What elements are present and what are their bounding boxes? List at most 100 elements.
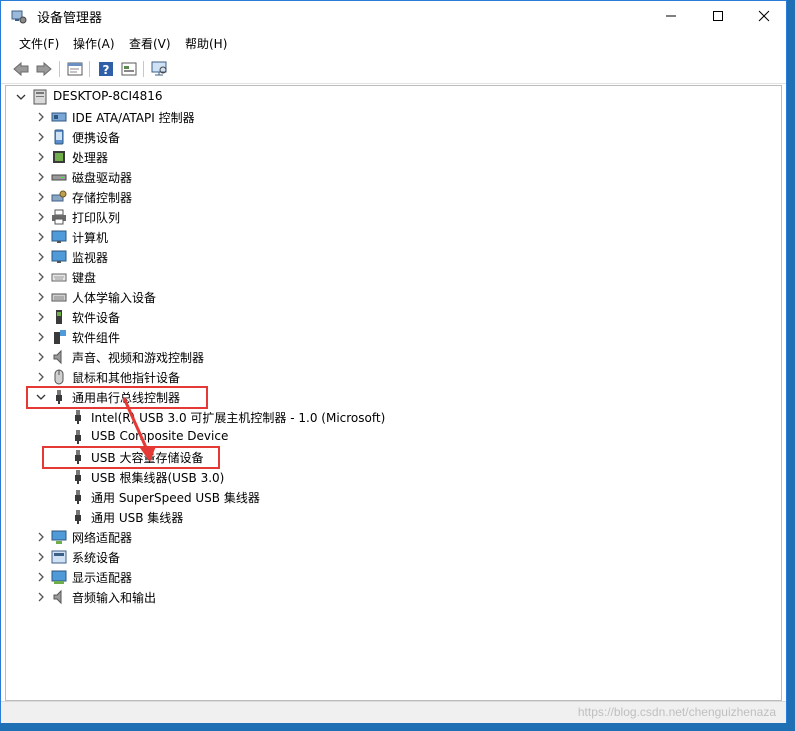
chevron-right-icon <box>38 192 44 202</box>
category-storage-controllers[interactable]: 存储控制器 <box>6 187 766 207</box>
hid-icon <box>51 293 67 302</box>
chevron-right-icon <box>38 172 44 182</box>
usb-device-item[interactable]: 通用 USB 集线器 <box>6 507 766 527</box>
properties-button[interactable] <box>65 59 85 79</box>
collapse-arrow[interactable] <box>15 91 27 103</box>
category-keyboards[interactable]: 键盘 <box>6 267 766 287</box>
minimize-icon <box>666 15 676 17</box>
menu-view[interactable]: 查看(V) <box>129 35 171 52</box>
update-driver-icon <box>121 62 137 76</box>
menu-help[interactable]: 帮助(H) <box>185 35 227 52</box>
category-audio-io[interactable]: 音频输入和输出 <box>6 587 766 607</box>
category-computer[interactable]: 计算机 <box>6 227 766 247</box>
close-button[interactable] <box>741 1 787 31</box>
expand-arrow[interactable] <box>35 291 47 303</box>
tree-root[interactable]: DESKTOP-8CI4816 <box>6 87 766 107</box>
usb-device-label: 通用 SuperSpeed USB 集线器 <box>91 491 260 505</box>
storage-controller-icon <box>51 190 67 202</box>
expand-arrow[interactable] <box>35 571 47 583</box>
maximize-icon <box>713 11 723 21</box>
usb-device-item[interactable]: 通用 SuperSpeed USB 集线器 <box>6 487 766 507</box>
category-display-adapters[interactable]: 显示适配器 <box>6 567 766 587</box>
category-label: IDE ATA/ATAPI 控制器 <box>72 111 195 125</box>
expand-arrow[interactable] <box>35 591 47 603</box>
expand-arrow[interactable] <box>35 331 47 343</box>
scan-hardware-button[interactable] <box>150 59 170 79</box>
chevron-right-icon <box>38 592 44 602</box>
forward-button[interactable] <box>34 59 54 79</box>
category-ide[interactable]: IDE ATA/ATAPI 控制器 <box>6 107 766 127</box>
root-label: DESKTOP-8CI4816 <box>53 89 163 103</box>
category-system-devices[interactable]: 系统设备 <box>6 547 766 567</box>
chevron-right-icon <box>38 552 44 562</box>
category-label: 人体学输入设备 <box>72 291 157 305</box>
expand-arrow[interactable] <box>35 531 47 543</box>
usb-icon <box>75 410 81 424</box>
expand-arrow[interactable] <box>35 231 47 243</box>
chevron-down-icon <box>16 94 26 100</box>
category-sound-video-game[interactable]: 声音、视频和游戏控制器 <box>6 347 766 367</box>
toolbar-separator <box>59 61 60 77</box>
expand-arrow[interactable] <box>35 551 47 563</box>
category-label: 音频输入和输出 <box>72 591 157 605</box>
chevron-right-icon <box>38 232 44 242</box>
help-icon: ? <box>99 62 113 77</box>
expand-arrow[interactable] <box>35 111 47 123</box>
expand-arrow[interactable] <box>35 271 47 283</box>
category-label: 声音、视频和游戏控制器 <box>72 351 205 365</box>
category-software-components[interactable]: 软件组件 <box>6 327 766 347</box>
chevron-right-icon <box>38 252 44 262</box>
back-button[interactable] <box>11 59 31 79</box>
display-adapter-icon <box>51 570 67 584</box>
speaker-icon <box>53 589 62 605</box>
category-processors[interactable]: 处理器 <box>6 147 766 167</box>
maximize-button[interactable] <box>695 1 741 31</box>
speaker-icon <box>53 349 62 365</box>
category-label: 打印队列 <box>72 211 121 225</box>
monitor-icon <box>51 250 67 263</box>
minimize-button[interactable] <box>648 1 694 31</box>
category-monitors[interactable]: 监视器 <box>6 247 766 267</box>
category-label: 系统设备 <box>72 551 121 565</box>
expand-arrow[interactable] <box>35 251 47 263</box>
device-tree[interactable]: DESKTOP-8CI4816 IDE ATA/ATAPI 控制器 便携设备 处… <box>5 85 782 701</box>
help-button[interactable]: ? <box>96 59 116 79</box>
expand-arrow[interactable] <box>35 371 47 383</box>
toolbar: ? <box>1 55 786 84</box>
category-label: 处理器 <box>72 151 109 165</box>
printer-icon <box>52 209 66 225</box>
category-print-queues[interactable]: 打印队列 <box>6 207 766 227</box>
category-portable-devices[interactable]: 便携设备 <box>6 127 766 147</box>
keyboard-icon <box>51 273 67 282</box>
mouse-icon <box>54 369 64 385</box>
category-mice[interactable]: 鼠标和其他指针设备 <box>6 367 766 387</box>
chevron-right-icon <box>38 212 44 222</box>
expand-arrow[interactable] <box>35 131 47 143</box>
expand-arrow[interactable] <box>35 211 47 223</box>
expand-arrow[interactable] <box>35 351 47 363</box>
expand-arrow[interactable] <box>35 191 47 203</box>
software-component-icon <box>54 330 66 344</box>
category-hid[interactable]: 人体学输入设备 <box>6 287 766 307</box>
close-icon <box>758 10 770 22</box>
menu-action[interactable]: 操作(A) <box>73 35 115 52</box>
category-network-adapters[interactable]: 网络适配器 <box>6 527 766 547</box>
expand-arrow[interactable] <box>35 171 47 183</box>
category-disk-drives[interactable]: 磁盘驱动器 <box>6 167 766 187</box>
menu-bar: 文件(F) 操作(A) 查看(V) 帮助(H) <box>1 31 786 55</box>
usb-device-item[interactable]: USB 根集线器(USB 3.0) <box>6 467 766 487</box>
category-label: 软件组件 <box>72 331 121 345</box>
category-software-devices[interactable]: 软件设备 <box>6 307 766 327</box>
device-manager-window: 设备管理器 文件(F) 操作(A) 查看(V) 帮助(H) ? DESKTOP-… <box>0 0 787 723</box>
chevron-right-icon <box>38 532 44 542</box>
system-device-icon <box>51 550 67 564</box>
scan-hardware-icon <box>151 61 167 76</box>
menu-file[interactable]: 文件(F) <box>19 35 59 52</box>
expand-arrow[interactable] <box>35 311 47 323</box>
expand-arrow[interactable] <box>35 151 47 163</box>
category-label: 软件设备 <box>72 311 121 325</box>
update-driver-button[interactable] <box>119 59 139 79</box>
software-device-icon <box>56 310 62 324</box>
chevron-right-icon <box>38 332 44 342</box>
back-icon <box>13 61 29 77</box>
